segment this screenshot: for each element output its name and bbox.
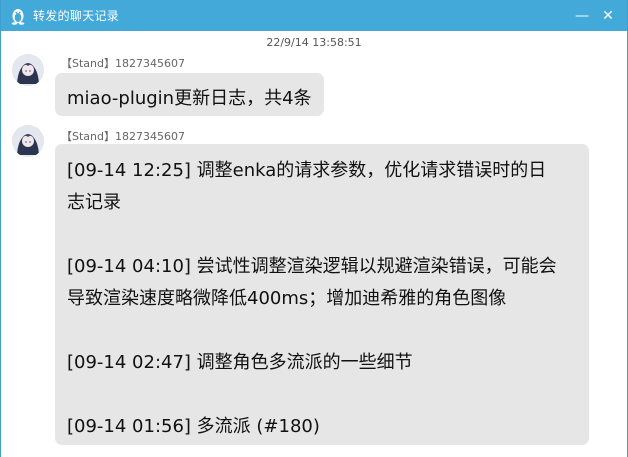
penguin-icon [8,6,28,26]
changelog-line: [09-14 12:25] 调整enka的请求参数，优化请求错误时的日 [67,160,547,181]
message-bubble[interactable]: miao-plugin更新日志，共4条 [55,73,324,116]
message-timestamp: 22/9/14 13:58:51 [266,36,362,49]
avatar-icon [12,125,44,157]
title-bar[interactable]: 转发的聊天记录 — ✕ [1,0,627,31]
changelog-line: [09-14 04:10] 尝试性调整渲染逻辑以规避渲染错误，可能会 [67,256,557,277]
window-title: 转发的聊天记录 [33,9,120,23]
chat-record-window: 转发的聊天记录 — ✕ 22/9/14 13:58:51 【Stand】1827… [0,0,628,457]
minimize-button[interactable]: — [571,5,593,27]
changelog-line: [09-14 01:56] 多流派 (#180) [67,416,320,437]
changelog-line: 导致渲染速度略微降低400ms；增加迪希雅的角色图像 [67,288,507,309]
avatar-icon [12,54,44,86]
avatar[interactable] [12,54,44,86]
sender-name: 【Stand】1827345607 [61,130,185,143]
close-button[interactable]: ✕ [597,5,619,27]
message-text: miao-plugin更新日志，共4条 [67,88,312,109]
message-bubble[interactable]: [09-14 12:25] 调整enka的请求参数，优化请求错误时的日 志记录 … [55,144,589,445]
avatar[interactable] [12,125,44,157]
changelog-line: 志记录 [67,192,121,213]
sender-name: 【Stand】1827345607 [61,57,185,70]
changelog-line: [09-14 02:47] 调整角色多流派的一些细节 [67,352,413,373]
